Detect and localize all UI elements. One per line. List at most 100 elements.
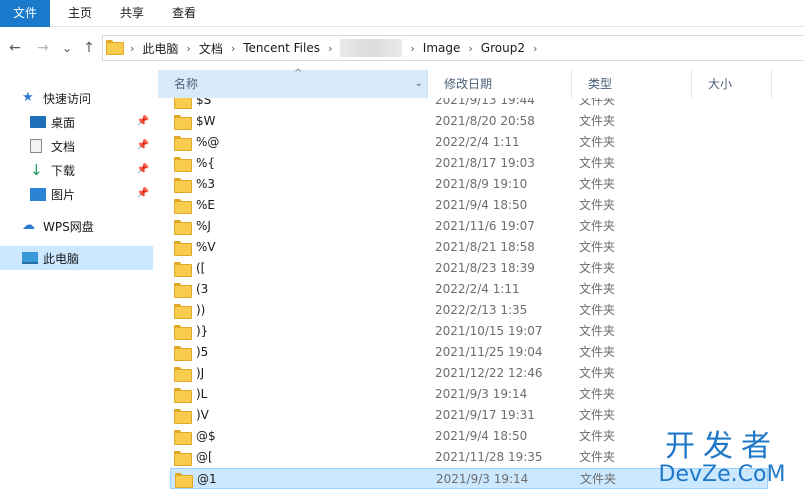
sidebar-item-label: 文档 [51, 139, 76, 154]
file-date: 2021/9/3 19:14 [435, 387, 528, 401]
table-row[interactable]: $S 2021/9/13 19:44 文件夹 [170, 98, 768, 111]
file-type: 文件夹 [579, 261, 616, 275]
tab-share[interactable]: 共享 [110, 0, 154, 27]
file-name: $S [196, 98, 212, 107]
breadcrumb-this-pc[interactable]: 此电脑 [138, 40, 182, 57]
desktop-icon [30, 116, 46, 128]
folder-icon [174, 283, 192, 299]
tab-file[interactable]: 文件 [0, 0, 50, 27]
file-name: %V [196, 240, 216, 254]
table-row[interactable]: %V 2021/8/21 18:58 文件夹 [170, 237, 768, 258]
folder-icon [174, 451, 192, 466]
file-date: 2022/2/4 1:11 [435, 282, 520, 296]
folder-icon [174, 136, 192, 152]
breadcrumb-documents[interactable]: 文档 [195, 40, 227, 57]
file-type: 文件夹 [579, 387, 616, 401]
pin-icon: 📌 [136, 140, 149, 151]
address-bar[interactable]: › 此电脑 › 文档 › Tencent Files › › Image › G… [102, 35, 804, 61]
folder-icon [174, 283, 192, 298]
table-row[interactable]: %@ 2022/2/4 1:11 文件夹 [170, 132, 768, 153]
forward-button[interactable]: → [34, 38, 52, 58]
tab-home[interactable]: 主页 [58, 0, 102, 27]
watermark-top-text: 开发者 [665, 429, 779, 464]
sidebar-item-downloads[interactable]: ↓ 下载 📌 [0, 158, 153, 182]
star-icon: ★ [22, 90, 34, 105]
table-row[interactable]: %{2021/8/17 19:03 文件夹 [170, 153, 768, 174]
file-date: 2021/11/25 19:04 [435, 345, 543, 359]
sidebar-item-label: 图片 [51, 187, 76, 202]
table-row[interactable]: (3 2022/2/4 1:11 文件夹 [170, 279, 768, 300]
column-size[interactable]: 大小 [692, 70, 772, 98]
navigation-bar: ← → ⌄ ↑ › 此电脑 › 文档 › Tencent Files › › I… [0, 28, 804, 68]
table-row[interactable]: )} 2021/10/15 19:07 文件夹 [170, 321, 768, 342]
up-button[interactable]: ↑ [80, 38, 98, 58]
recent-locations-button[interactable]: ⌄ [58, 38, 76, 58]
folder-icon [174, 157, 192, 173]
back-button[interactable]: ← [6, 38, 24, 58]
file-name: @[ [196, 450, 213, 464]
column-date[interactable]: 修改日期 [428, 70, 572, 98]
file-type: 文件夹 [579, 198, 616, 212]
column-size-label: 大小 [708, 77, 733, 91]
file-type: 文件夹 [579, 156, 616, 170]
file-type: 文件夹 [579, 408, 616, 422]
breadcrumb-group2[interactable]: Group2 [477, 41, 529, 55]
folder-icon [174, 409, 192, 424]
sidebar-item-desktop[interactable]: 桌面 📌 [0, 110, 153, 134]
table-row[interactable]: )5 2021/11/25 19:04 文件夹 [170, 342, 768, 363]
file-type: 文件夹 [579, 240, 616, 254]
table-row[interactable]: %3 2021/8/9 19:10 文件夹 [170, 174, 768, 195]
file-name: %3 [196, 177, 216, 191]
sidebar-item-wps-drive[interactable]: ☁ WPS网盘 [0, 214, 153, 238]
chevron-right-icon: › [410, 41, 415, 55]
pin-icon: 📌 [136, 188, 149, 199]
chevron-right-icon: › [230, 41, 236, 55]
file-type: 文件夹 [579, 114, 616, 128]
chevron-down-icon[interactable]: ⌄ [415, 70, 423, 98]
file-name: %E [196, 198, 215, 212]
column-type[interactable]: 类型 [572, 70, 692, 98]
sidebar-item-label: 桌面 [51, 115, 76, 130]
pin-icon: 📌 [136, 164, 149, 175]
sidebar-item-documents[interactable]: 文档 📌 [0, 134, 153, 158]
sidebar-item-quick-access[interactable]: ★ 快速访问 [0, 86, 153, 110]
column-name[interactable]: ^ 名称 ⌄ [158, 68, 428, 98]
file-name: )J [196, 366, 205, 380]
file-date: 2022/2/4 1:11 [435, 135, 520, 149]
watermark: 开发者 DevZe.CoM [648, 431, 796, 487]
file-type: 文件夹 [579, 282, 616, 296]
folder-icon [174, 98, 192, 109]
table-row[interactable]: $W 2021/8/20 20:58 文件夹 [170, 111, 768, 132]
sidebar-item-this-pc[interactable]: 此电脑 [0, 246, 153, 270]
folder-icon [174, 304, 192, 319]
chevron-right-icon: › [327, 41, 333, 55]
table-row[interactable]: %J 2021/11/6 19:07 文件夹 [170, 216, 768, 237]
file-type: 文件夹 [579, 429, 616, 443]
pin-icon: 📌 [136, 116, 149, 127]
chevron-right-icon: › [532, 41, 538, 55]
file-name: @$ [196, 429, 216, 443]
watermark-bottom-text: DevZe.CoM [658, 462, 786, 487]
document-icon [30, 139, 42, 153]
navigation-pane: ★ 快速访问 桌面 📌 文档 📌 ↓ 下载 📌 图片 📌 ☁ WPS网盘 此电脑 [0, 70, 158, 491]
column-header: ^ 名称 ⌄ 修改日期 类型 大小 [158, 68, 804, 98]
table-row[interactable]: )) 2022/2/13 1:35 文件夹 [170, 300, 768, 321]
table-row[interactable]: )V 2021/9/17 19:31 文件夹 [170, 405, 768, 426]
folder-icon [174, 220, 192, 236]
folder-icon [174, 98, 192, 110]
sidebar-item-label: 下载 [51, 163, 76, 178]
breadcrumb-image[interactable]: Image [419, 41, 465, 55]
file-date: 2021/8/20 20:58 [435, 114, 535, 128]
folder-icon [174, 178, 192, 194]
table-row[interactable]: )J 2021/12/22 12:46 文件夹 [170, 363, 768, 384]
table-row[interactable]: %E 2021/9/4 18:50 文件夹 [170, 195, 768, 216]
table-row[interactable]: ([2021/8/23 18:39 文件夹 [170, 258, 768, 279]
tab-view[interactable]: 查看 [162, 0, 206, 27]
breadcrumb-tencent-files[interactable]: Tencent Files [239, 41, 324, 55]
file-type: 文件夹 [579, 303, 616, 317]
file-date: 2021/11/6 19:07 [435, 219, 535, 233]
sidebar-item-pictures[interactable]: 图片 📌 [0, 182, 153, 206]
table-row[interactable]: )L 2021/9/3 19:14 文件夹 [170, 384, 768, 405]
file-name: )} [196, 324, 209, 338]
file-name: %J [196, 219, 211, 233]
